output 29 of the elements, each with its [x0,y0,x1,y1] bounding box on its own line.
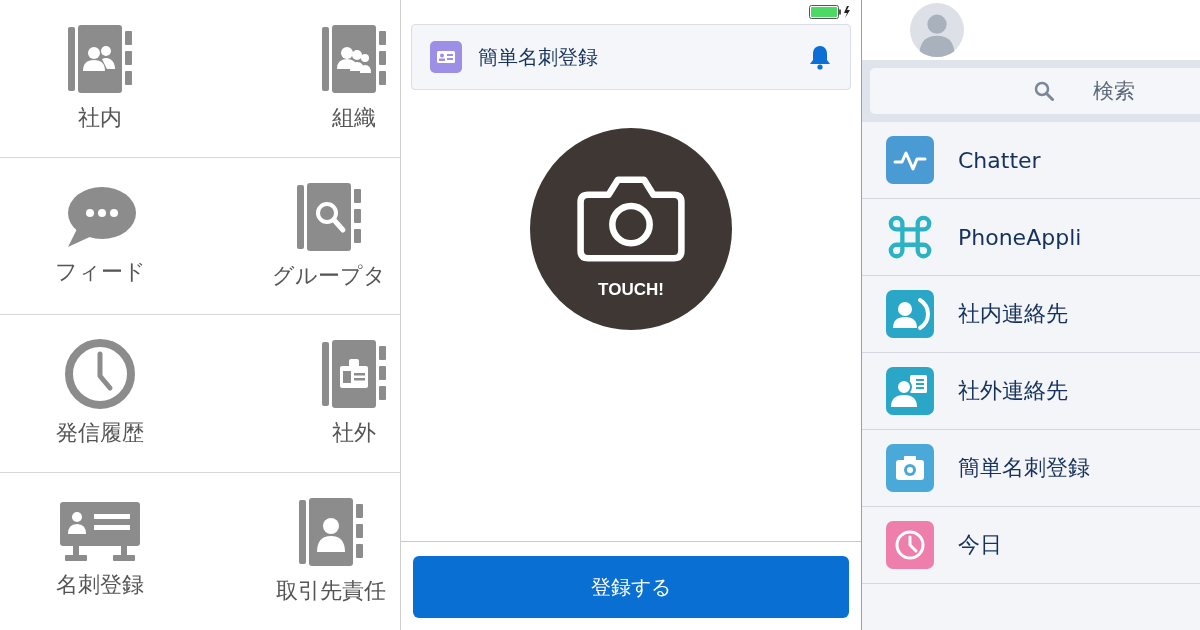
menu-item[interactable]: 簡単名刺登録 [862,430,1200,507]
people-book-icon [68,23,132,96]
page-title: 簡単名刺登録 [478,43,598,71]
menu-item[interactable]: 社内連絡先 [862,276,1200,353]
bell-icon[interactable] [808,44,832,70]
badge-book-icon [322,338,386,411]
clock-icon [64,338,136,411]
camera-button[interactable]: TOUCH! [530,128,732,330]
launcher-tile[interactable]: 社内 [68,23,132,134]
launcher-tile[interactable]: 取引先責任 [276,496,386,607]
menu-item[interactable]: Chatter [862,122,1200,199]
battery-icon [809,5,851,19]
business-card-icon [60,502,140,563]
launcher-tile[interactable]: 社外 [322,338,386,449]
search-book-icon [297,180,361,253]
launcher-tile[interactable]: 名刺登録 [56,502,144,601]
search-icon [1034,81,1054,101]
group-book-icon [322,23,386,96]
launcher-tile[interactable]: フィード [54,184,146,287]
launcher-tile[interactable]: 発信履歴 [56,338,144,449]
menu-item[interactable]: 今日 [862,507,1200,584]
menu-item[interactable]: PhoneAppli [862,199,1200,276]
person-book-icon [299,496,363,569]
launcher-tile[interactable]: 組織 [322,23,386,134]
register-button[interactable]: 登録する [413,556,849,618]
contact-card-icon [430,41,462,73]
menu-item[interactable]: 社外連絡先 [862,353,1200,430]
launcher-tile[interactable]: グループタ [272,180,386,291]
search-field[interactable]: 検索 [870,68,1200,114]
